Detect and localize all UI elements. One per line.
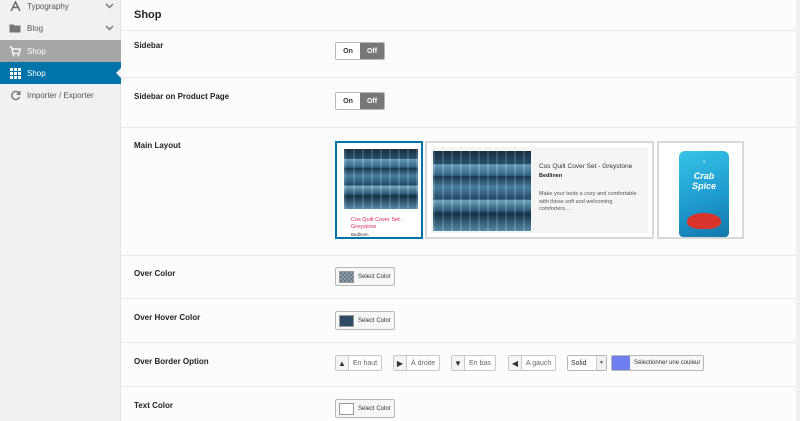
sidebar-item-shop[interactable]: Shop xyxy=(0,62,121,84)
toggle-on[interactable]: On xyxy=(336,93,360,109)
color-swatch xyxy=(339,314,354,327)
select-color-label: Select Color xyxy=(358,405,391,412)
border-right-label: À droite xyxy=(411,359,436,367)
row-divider xyxy=(121,255,800,256)
border-left-button[interactable]: ◀ A gauch xyxy=(508,355,557,371)
refresh-icon xyxy=(9,89,21,101)
bag-text: Crab Spice xyxy=(691,171,716,191)
border-bottom-button[interactable]: ▼ En bas xyxy=(451,355,496,371)
product-image xyxy=(344,149,418,209)
border-color-picker[interactable]: Sélectionner une couleur xyxy=(611,355,705,371)
row-divider xyxy=(121,342,800,343)
select-color-label: Select Color xyxy=(358,317,391,324)
row-divider xyxy=(121,298,800,299)
font-icon xyxy=(9,0,21,12)
row-divider xyxy=(121,77,800,78)
admin-sidebar: Typography Blog Shop Shop Importer / Exp… xyxy=(0,0,121,421)
sidebar-item-label: Typography xyxy=(27,1,69,11)
border-right-button[interactable]: ▶ À droite xyxy=(393,355,441,371)
select-color-label: Select Color xyxy=(358,273,391,280)
border-left-label: A gauch xyxy=(526,359,552,367)
chevron-down-icon[interactable] xyxy=(103,1,115,11)
border-style-value: Solid xyxy=(571,359,587,367)
sidebar-item-importer-exporter[interactable]: Importer / Exporter xyxy=(0,84,121,106)
row-divider xyxy=(121,386,800,387)
product-name: Cos Quilt Cover Set - Greystone xyxy=(351,217,403,230)
toggle-off[interactable]: Off xyxy=(360,93,384,109)
sidebar-item-typography[interactable]: Typography xyxy=(0,0,121,17)
sidebar-item-blog[interactable]: Blog xyxy=(0,17,121,39)
layout-preview: ✦ Crab Spice xyxy=(663,147,738,237)
border-top-label: En haut xyxy=(353,359,378,367)
product-category: Bedlinen xyxy=(351,232,369,237)
layout-preview: Cos Quilt Cover Set - Greystone Bedlinen xyxy=(341,147,418,237)
product-image xyxy=(433,151,531,231)
chevron-down-icon: ▼ xyxy=(596,356,606,370)
over-color-label: Over Color xyxy=(134,269,176,278)
color-swatch xyxy=(339,402,354,415)
sidebar-product-page-label: Sidebar on Product Page xyxy=(134,92,230,101)
toggle-on[interactable]: On xyxy=(336,43,360,59)
over-color-picker[interactable]: Select Color xyxy=(335,267,395,286)
over-hover-color-picker[interactable]: Select Color xyxy=(335,311,395,330)
sidebar-label: Sidebar xyxy=(134,41,164,50)
sidebar-product-page-toggle[interactable]: On Off xyxy=(335,92,385,110)
over-hover-color-label: Over Hover Color xyxy=(134,313,201,322)
color-swatch xyxy=(612,356,630,370)
over-border-option-label: Over Border Option xyxy=(134,357,209,366)
folder-icon xyxy=(9,22,21,34)
layout-option-grid[interactable]: Cos Quilt Cover Set - Greystone Bedlinen xyxy=(335,141,423,239)
sidebar-toggle[interactable]: On Off xyxy=(335,42,385,60)
text-color-label: Text Color xyxy=(134,401,173,410)
grid-icon xyxy=(9,67,21,79)
product-name: Cos Quilt Cover Set - Greystone xyxy=(539,163,633,170)
chevron-down-icon[interactable] xyxy=(103,23,115,33)
color-swatch xyxy=(339,270,354,283)
border-bottom-label: En bas xyxy=(469,359,491,367)
arrow-down-icon: ▼ xyxy=(452,356,465,370)
window-edge xyxy=(796,0,800,421)
sidebar-item-label: Blog xyxy=(27,23,44,33)
sidebar-item-label: Importer / Exporter xyxy=(27,90,94,100)
arrow-left-icon: ◀ xyxy=(509,356,522,370)
border-top-button[interactable]: ▲ En haut xyxy=(335,355,383,371)
select-color-label: Sélectionner une couleur xyxy=(634,360,701,366)
row-divider xyxy=(121,30,800,31)
border-style-select[interactable]: Solid ▼ xyxy=(567,355,607,371)
cart-icon xyxy=(9,45,21,57)
text-color-picker[interactable]: Select Color xyxy=(335,399,395,418)
layout-preview: Cos Quilt Cover Set - Greystone Bedlinen… xyxy=(431,147,648,233)
arrow-up-icon: ▲ xyxy=(336,356,349,370)
main-layout-label: Main Layout xyxy=(134,141,181,150)
arrow-right-icon: ▶ xyxy=(394,356,407,370)
sidebar-item-label: Shop xyxy=(27,46,46,56)
product-bag-image: ✦ Crab Spice xyxy=(679,151,729,237)
settings-panel: Shop Sidebar On Off Sidebar on Product P… xyxy=(121,0,800,421)
layout-option-image[interactable]: ✦ Crab Spice xyxy=(657,141,744,239)
page-title: Shop xyxy=(134,9,162,21)
product-category: Bedlinen xyxy=(539,173,563,179)
bag-brand-mark: ✦ xyxy=(702,159,706,164)
toggle-off[interactable]: Off xyxy=(360,43,384,59)
sidebar-item-shop-parent[interactable]: Shop xyxy=(0,40,121,62)
layout-option-list[interactable]: Cos Quilt Cover Set - Greystone Bedlinen… xyxy=(425,141,654,239)
crab-illustration xyxy=(687,213,721,229)
row-divider xyxy=(121,127,800,128)
sidebar-item-label: Shop xyxy=(27,68,46,78)
product-description: Make your beds a cozy and comfortable wi… xyxy=(539,191,637,212)
